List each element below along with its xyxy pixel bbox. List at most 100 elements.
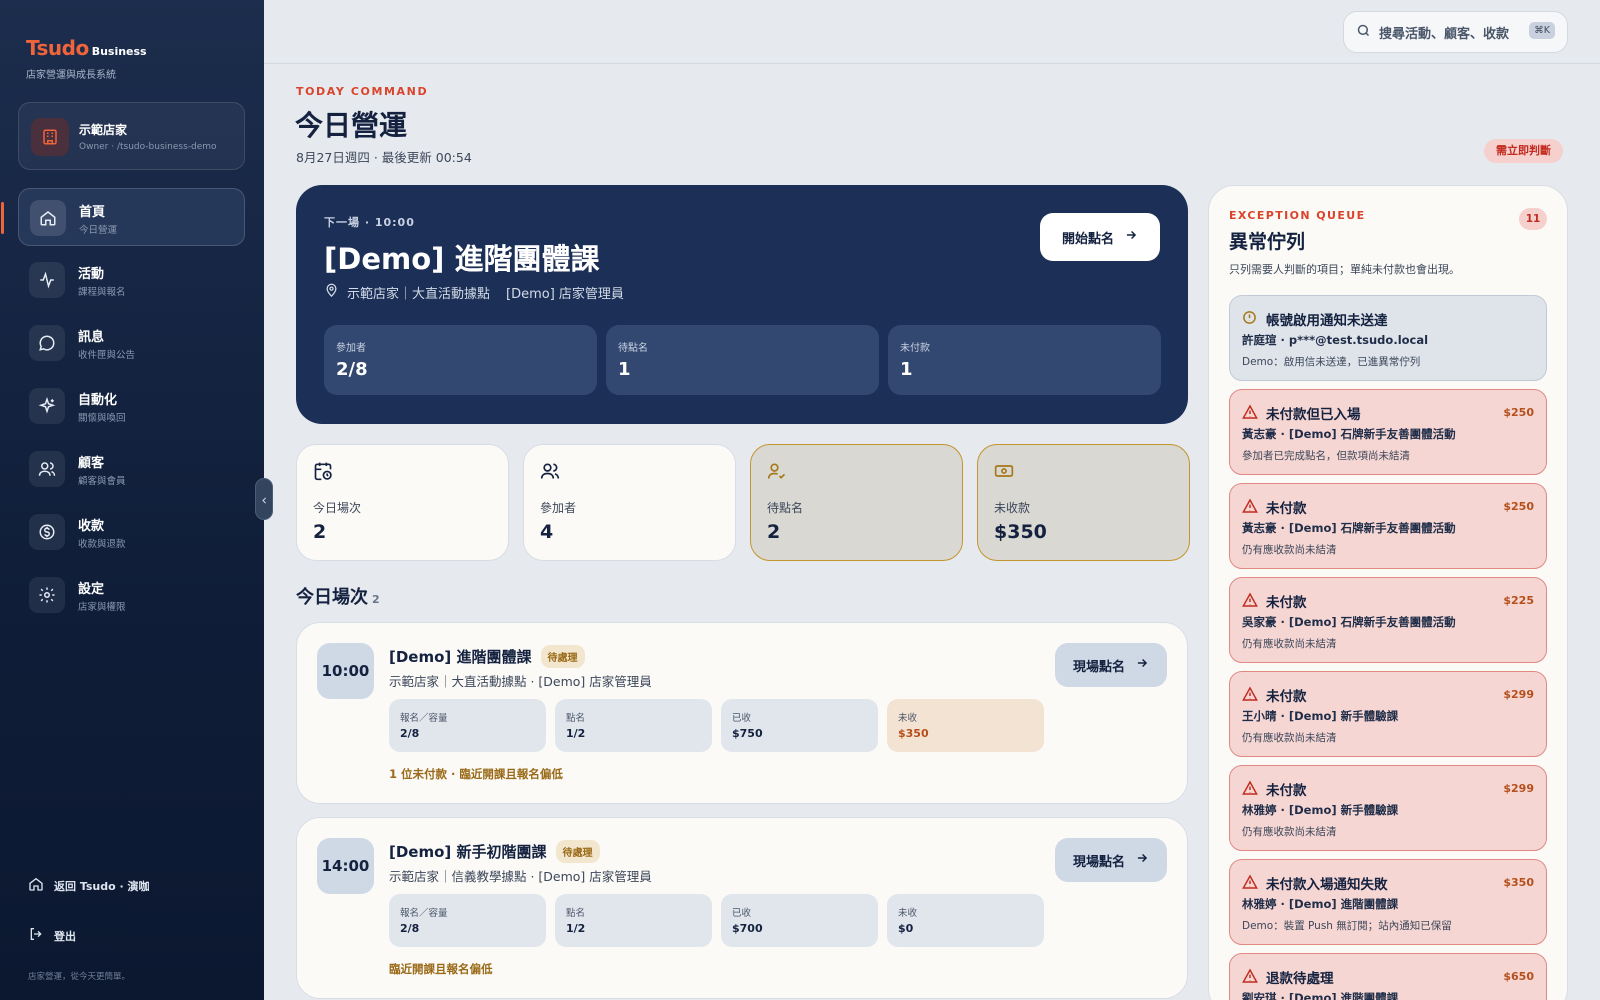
queue-item-title: 未付款 xyxy=(1266,501,1307,517)
building-icon xyxy=(31,118,69,156)
kpi-pending-checkin[interactable]: 待點名 2 xyxy=(750,444,963,561)
sidebar-item-payments[interactable]: 收款 收款與退款 xyxy=(18,503,245,561)
arrow-right-icon xyxy=(1124,228,1138,246)
queue-item-title: 未付款但已入場 xyxy=(1266,407,1361,423)
queue-item-amount: $225 xyxy=(1503,594,1534,607)
page-eyebrow: TODAY COMMAND xyxy=(296,85,429,98)
queue-item-title: 帳號啟用通知未送達 xyxy=(1266,313,1388,329)
dollar-icon xyxy=(29,514,65,550)
logout-label: 登出 xyxy=(54,929,76,943)
session-stats: 報名／容量 2/8 點名 1/2 已收 $750 未收 $350 xyxy=(389,699,1044,752)
session-time: 10:00 xyxy=(317,643,374,699)
calendar-clock-icon xyxy=(313,461,333,485)
session-stat-checkin: 點名 1/2 xyxy=(555,894,712,947)
kpi-value: $350 xyxy=(994,521,1047,543)
sidebar-collapse-button[interactable] xyxy=(255,478,273,520)
session-stat-label: 已收 xyxy=(732,908,752,919)
sidebar-item-label: 顧客 xyxy=(78,456,105,471)
queue-item-amount: $350 xyxy=(1503,876,1534,889)
session-stat-enrollment: 報名／容量 2/8 xyxy=(389,894,546,947)
page-meta: 8月27日週四 · 最後更新 00:54 xyxy=(296,150,472,165)
session-card[interactable]: 14:00 [Demo] 新手初階團課 待處理 示範店家｜信義教學據點 · [D… xyxy=(296,817,1188,999)
kpi-participants[interactable]: 參加者 4 xyxy=(523,444,736,561)
queue-item-subject: 王小晴 · [Demo] 新手體驗課 xyxy=(1242,709,1399,723)
queue-item-amount: $299 xyxy=(1503,688,1534,701)
status-badge: 待處理 xyxy=(555,840,600,863)
session-card[interactable]: 10:00 [Demo] 進階團體課 待處理 示範店家｜大直活動據點 · [De… xyxy=(296,622,1188,804)
users-icon xyxy=(29,451,65,487)
sidebar-item-activities[interactable]: 活動 課程與報名 xyxy=(18,251,245,309)
queue-item-amount: $299 xyxy=(1503,782,1534,795)
queue-item-amount: $650 xyxy=(1503,970,1534,983)
sidebar-item-messages[interactable]: 訊息 收件匣與公告 xyxy=(18,314,245,372)
session-title-row: [Demo] 進階團體課 待處理 xyxy=(389,645,585,668)
session-stat-value: 1/2 xyxy=(566,922,586,935)
session-stat-value: $700 xyxy=(732,922,763,935)
queue-item[interactable]: 帳號啟用通知未送達 許庭瑄 · p***@test.tsudo.local De… xyxy=(1229,295,1547,381)
hero-stat-value: 1 xyxy=(618,359,631,380)
store-switcher[interactable]: 示範店家 Owner · /tsudo-business-demo xyxy=(18,102,245,170)
store-name: 示範店家 xyxy=(79,123,128,137)
urgent-filter-button[interactable]: 需立即判斷 xyxy=(1484,139,1563,163)
kpi-label: 待點名 xyxy=(767,501,804,515)
sidebar: Tsudo Business 店家營運與成長系統 示範店家 Owner · /ts… xyxy=(0,0,264,1000)
queue-item-title: 退款待處理 xyxy=(1266,971,1334,987)
logout-button[interactable]: 登出 xyxy=(28,926,76,945)
queue-item[interactable]: 未付款入場通知失敗 $350 林雅婷 · [Demo] 進階團體課 Demo：裝… xyxy=(1229,859,1547,945)
onsite-checkin-button[interactable]: 現場點名 xyxy=(1055,838,1167,882)
queue-item-amount: $250 xyxy=(1503,406,1534,419)
onsite-checkin-label: 現場點名 xyxy=(1072,659,1125,675)
users-icon xyxy=(540,461,560,485)
brand[interactable]: Tsudo Business 店家營運與成長系統 xyxy=(26,36,147,81)
queue-item-note: Demo：裝置 Push 無訂閱；站內通知已保留 xyxy=(1242,920,1452,932)
back-link[interactable]: 返回 Tsudo · 演咖 xyxy=(28,876,150,895)
page-title: 今日營運 xyxy=(295,109,408,142)
gear-icon xyxy=(29,577,65,613)
back-label: 返回 Tsudo · 演咖 xyxy=(54,879,150,893)
sidebar-item-home[interactable]: 首頁 今日營運 xyxy=(1,188,245,246)
next-session-hero: 下一場 · 10:00 [Demo] 進階團體課 示範店家｜大直活動據點 [De… xyxy=(296,185,1188,424)
session-stat-uncollected: 未收 $0 xyxy=(887,894,1044,947)
start-checkin-button[interactable]: 開始點名 xyxy=(1040,213,1160,261)
queue-item[interactable]: 退款待處理 $650 劉安琪 · [Demo] 進階團體課 xyxy=(1229,953,1547,1000)
queue-item[interactable]: 未付款 $225 吳家豪 · [Demo] 石牌新手友善團體活動 仍有應收款尚未… xyxy=(1229,577,1547,663)
brand-tagline: 店家營運與成長系統 xyxy=(26,70,116,81)
session-stat-label: 報名／容量 xyxy=(400,713,448,724)
warning-icon xyxy=(1242,686,1258,706)
home-icon xyxy=(30,200,66,236)
queue-item-title: 未付款 xyxy=(1266,689,1307,705)
sidebar-item-sub: 收款與退款 xyxy=(78,539,126,550)
session-stat-checkin: 點名 1/2 xyxy=(555,699,712,752)
store-sub: Owner · /tsudo-business-demo xyxy=(79,142,217,152)
session-title: [Demo] 新手初階團課 xyxy=(389,843,547,861)
queue-item[interactable]: 未付款 $299 林雅婷 · [Demo] 新手體驗課 仍有應收款尚未結清 xyxy=(1229,765,1547,851)
onsite-checkin-button[interactable]: 現場點名 xyxy=(1055,643,1167,687)
sidebar-item-automation[interactable]: 自動化 關懷與喚回 xyxy=(18,377,245,435)
kpi-unpaid[interactable]: 未收款 $350 xyxy=(977,444,1190,561)
sidebar-item-label: 自動化 xyxy=(78,393,118,408)
sidebar-item-label: 收款 xyxy=(78,519,105,534)
kpi-label: 未收款 xyxy=(994,501,1031,515)
queue-item-note: 仍有應收款尚未結清 xyxy=(1242,826,1337,838)
queue-eyebrow: EXCEPTION QUEUE xyxy=(1229,209,1366,222)
queue-item[interactable]: 未付款但已入場 $250 黃志豪 · [Demo] 石牌新手友善團體活動 參加者… xyxy=(1229,389,1547,475)
session-stat-collected: 已收 $750 xyxy=(721,699,878,752)
status-badge: 待處理 xyxy=(540,645,585,668)
sidebar-item-sub: 課程與報名 xyxy=(78,287,126,298)
search-input[interactable]: 搜尋活動、顧客、收款 ⌘K xyxy=(1343,11,1568,53)
sidebar-item-sub: 顧客與會員 xyxy=(78,476,126,487)
queue-item-note: 參加者已完成點名，但款項尚未結清 xyxy=(1242,450,1410,462)
queue-item[interactable]: 未付款 $299 王小晴 · [Demo] 新手體驗課 仍有應收款尚未結清 xyxy=(1229,671,1547,757)
sidebar-item-sub: 收件匣與公告 xyxy=(78,350,136,361)
session-location: 示範店家｜大直活動據點 · [Demo] 店家管理員 xyxy=(389,674,652,689)
queue-list: 帳號啟用通知未送達 許庭瑄 · p***@test.tsudo.local De… xyxy=(1229,295,1547,1000)
sidebar-item-customers[interactable]: 顧客 顧客與會員 xyxy=(18,440,245,498)
info-icon xyxy=(1242,310,1257,329)
kpi-today-sessions[interactable]: 今日場次 2 xyxy=(296,444,509,561)
queue-item[interactable]: 未付款 $250 黃志豪 · [Demo] 石牌新手友善團體活動 仍有應收款尚未… xyxy=(1229,483,1547,569)
sidebar-item-settings[interactable]: 設定 店家與權限 xyxy=(18,566,245,624)
warning-icon xyxy=(1242,404,1258,424)
exception-queue: EXCEPTION QUEUE 11 異常佇列 只列需要人判斷的項目；單純未付款… xyxy=(1208,185,1568,1000)
queue-item-subject: 黃志豪 · [Demo] 石牌新手友善團體活動 xyxy=(1242,521,1456,535)
kpi-row: 今日場次 2 參加者 4 待點名 2 未收款 $350 xyxy=(296,444,1190,561)
